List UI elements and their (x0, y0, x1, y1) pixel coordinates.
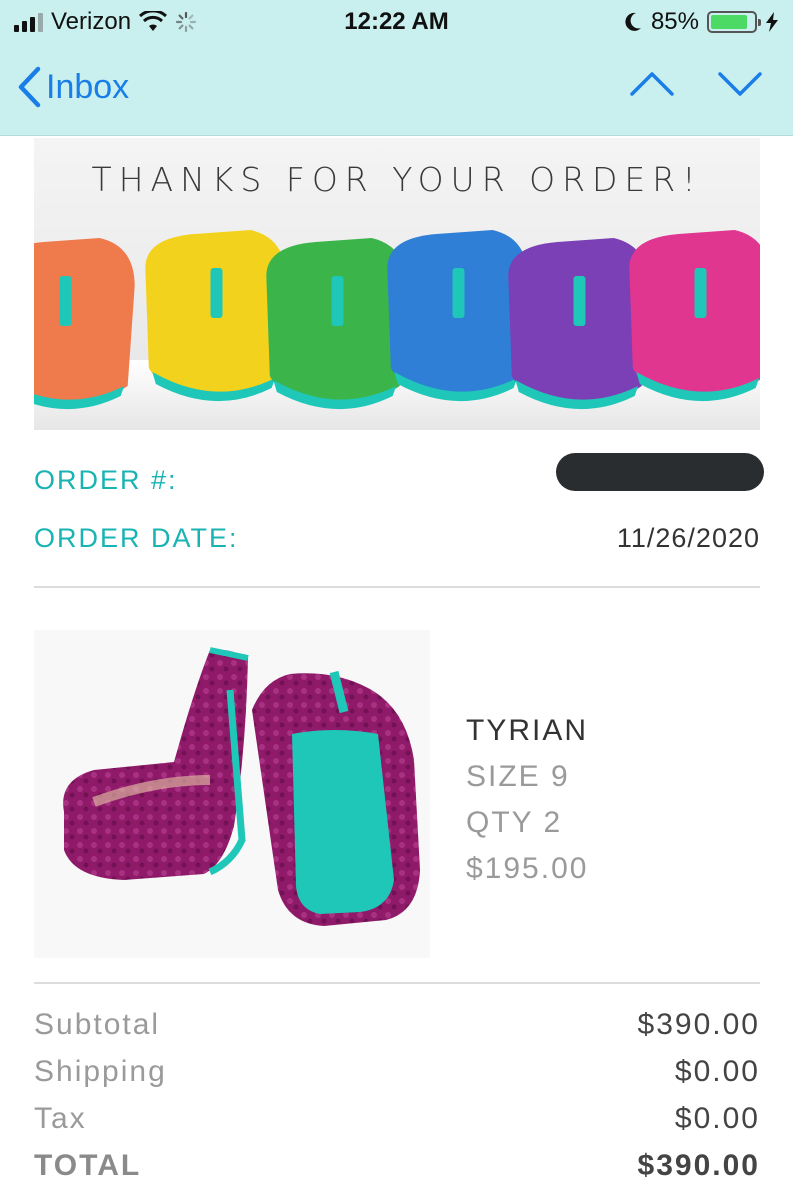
banner-shoes-image (34, 230, 760, 410)
order-totals: Subtotal $390.00 Shipping $0.00 Tax $0.0… (34, 1008, 760, 1196)
order-banner: THANKS FOR YOUR ORDER! (34, 138, 760, 430)
order-date-label: ORDER DATE: (34, 523, 239, 553)
order-date-row: ORDER DATE: 11/26/2020 (34, 523, 760, 563)
divider (34, 982, 760, 984)
chevron-left-icon (18, 66, 41, 108)
product-price: $195.00 (466, 852, 589, 885)
product-name[interactable]: TYRIAN (466, 708, 588, 754)
product-details: TYRIAN SIZE 9 QTY 2 $195.00 (466, 708, 588, 892)
message-navigation (629, 70, 763, 103)
divider (34, 586, 760, 588)
shipping-value: $0.00 (674, 1055, 760, 1088)
order-number-row: ORDER #: (34, 453, 764, 505)
charging-bolt-icon (766, 12, 778, 32)
moon-icon (625, 12, 641, 31)
banner-shoe (629, 230, 760, 402)
total-row: TOTAL $390.00 (34, 1149, 760, 1196)
battery-level (711, 15, 747, 29)
product-size: SIZE 9 (466, 760, 570, 793)
order-number-redacted (556, 453, 764, 491)
battery-icon (707, 11, 761, 33)
banner-shoe (508, 238, 649, 410)
chevron-down-icon (718, 72, 762, 96)
status-right: 85% (623, 8, 779, 36)
status-bar: Verizon 12:22 AM 85% (0, 0, 793, 44)
total-value: $390.00 (637, 1149, 760, 1182)
previous-message-button[interactable] (629, 70, 675, 103)
subtotal-value: $390.00 (637, 1008, 760, 1041)
banner-shoe (145, 230, 286, 402)
subtotal-label: Subtotal (34, 1008, 161, 1041)
chevron-up-icon (630, 72, 674, 96)
back-to-inbox-button[interactable]: Inbox (16, 66, 129, 108)
tax-label: Tax (34, 1102, 87, 1135)
product-shoes-image (63, 647, 420, 926)
battery-percent: 85% (650, 8, 699, 35)
product-qty: QTY 2 (466, 806, 563, 839)
mail-nav-bar: Inbox (0, 52, 793, 128)
banner-shoe (266, 238, 407, 410)
back-label: Inbox (46, 67, 130, 106)
next-message-button[interactable] (717, 70, 763, 103)
shipping-label: Shipping (34, 1055, 167, 1088)
banner-shoe (34, 238, 135, 409)
shipping-row: Shipping $0.00 (34, 1055, 760, 1102)
tax-value: $0.00 (674, 1102, 760, 1135)
order-number-label: ORDER #: (34, 465, 178, 495)
top-chrome: Verizon 12:22 AM 85% Inbox (0, 0, 793, 136)
subtotal-row: Subtotal $390.00 (34, 1008, 760, 1055)
total-label: TOTAL (34, 1149, 142, 1182)
product-image[interactable] (34, 630, 430, 958)
tax-row: Tax $0.00 (34, 1102, 760, 1149)
order-date-value: 11/26/2020 (616, 523, 760, 553)
banner-shoe (387, 230, 528, 402)
